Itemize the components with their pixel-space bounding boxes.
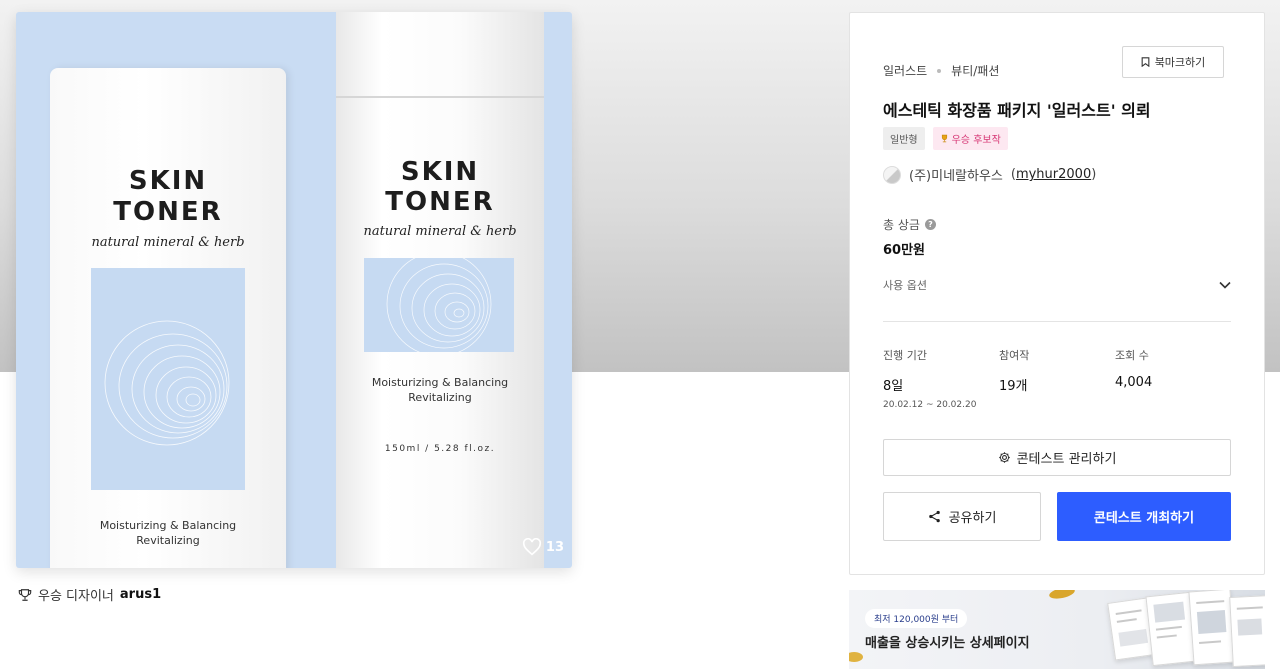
stat-entries: 참여작 19개 — [999, 347, 1029, 394]
award-badge-label: 우승 후보작 — [951, 135, 1001, 146]
breadcrumb-category[interactable]: 일러스트 — [883, 62, 927, 79]
stat-views: 조회 수 4,004 — [1115, 347, 1152, 390]
host-company: (주)미네랄하우스 — [909, 169, 1003, 184]
type-badge: 일반형 — [883, 127, 925, 150]
winner-name[interactable]: arus1 — [120, 587, 161, 602]
award-badge: 우승 후보작 — [932, 127, 1008, 150]
ad-price-pill: 최저 120,000원 부터 — [865, 609, 968, 628]
trophy-icon — [18, 588, 32, 601]
ad-page-thumbnail — [1229, 595, 1265, 667]
breadcrumb: 일러스트 뷰티/패션 — [883, 62, 999, 79]
coin-decoration — [849, 652, 863, 662]
prize-label-text: 총 상금 — [883, 218, 920, 232]
stat-period-label: 진행 기간 — [883, 349, 927, 362]
toner-box: SKIN TONER natural mineral & herb Moistu… — [50, 68, 286, 568]
bookmark-icon — [1141, 57, 1150, 67]
box-pattern-panel — [91, 268, 245, 490]
box-desc-line2: Revitalizing — [136, 534, 200, 547]
prize-label: 총 상금 ? — [883, 216, 936, 233]
box-desc-line1: Moisturizing & Balancing — [99, 519, 237, 532]
wave-pattern-icon — [386, 251, 492, 357]
bottle-desc-line2: Revitalizing — [408, 391, 472, 404]
bottle-brand-line2: TONER — [385, 187, 495, 217]
bottle-subtitle: natural mineral & herb — [363, 224, 517, 239]
wave-pattern-icon — [104, 320, 230, 446]
like-count: 13 — [545, 539, 564, 555]
avatar — [883, 165, 901, 184]
contest-info-card: 북마크하기 일러스트 뷰티/패션 에스테틱 화장품 패키지 '일러스트' 의뢰 … — [849, 12, 1265, 575]
stat-period-range: 20.02.12 ~ 20.02.20 — [883, 400, 977, 410]
coin-decoration — [1048, 590, 1076, 601]
host-user-link[interactable]: myhur2000 — [1016, 167, 1091, 182]
host-info: (주)미네랄하우스 (myhur2000) — [883, 165, 1096, 184]
breadcrumb-subcategory[interactable]: 뷰티/패션 — [951, 62, 999, 79]
bottle-cap-line — [336, 96, 544, 98]
stat-period-value: 8일 — [883, 379, 904, 394]
bottle-volume: 150ml / 5.28 fl.oz. — [384, 444, 496, 454]
gear-icon — [998, 452, 1010, 463]
breadcrumb-separator — [937, 68, 942, 73]
usage-option-toggle[interactable]: 사용 옵션 — [883, 277, 1231, 293]
share-icon — [928, 510, 940, 523]
winner-designer: 우승 디자이너 arus1 — [18, 585, 161, 604]
toner-bottle: SKIN TONER natural mineral & herb Moistu… — [336, 12, 544, 568]
stat-period: 진행 기간 8일 20.02.12 ~ 20.02.20 — [883, 347, 976, 410]
winner-label: 우승 디자이너 — [38, 589, 114, 604]
share-button[interactable]: 공유하기 — [883, 492, 1041, 541]
bottle-pattern-panel — [364, 251, 514, 357]
prize-value: 60만원 — [883, 243, 926, 258]
like-button[interactable]: 13 — [522, 538, 564, 556]
stat-views-value: 4,004 — [1115, 375, 1153, 390]
contest-tags: 일반형 우승 후보작 — [883, 127, 1008, 150]
bottle-desc-line1: Moisturizing & Balancing — [371, 376, 509, 389]
trophy-icon — [941, 134, 947, 143]
share-label: 공유하기 — [948, 511, 997, 526]
entry-image[interactable]: SKIN TONER natural mineral & herb Moistu… — [16, 12, 572, 568]
help-icon[interactable]: ? — [924, 219, 936, 230]
ad-headline: 매출을 상승시키는 상세페이지 — [865, 636, 1030, 651]
stat-views-label: 조회 수 — [1115, 349, 1149, 362]
divider — [883, 321, 1231, 322]
box-brand-line2: TONER — [113, 197, 223, 227]
ad-banner[interactable]: 최저 120,000원 부터 매출을 상승시키는 상세페이지 — [849, 590, 1265, 669]
stat-entries-label: 참여작 — [999, 349, 1030, 362]
manage-contest-label: 콘테스트 관리하기 — [1016, 452, 1117, 467]
manage-contest-button[interactable]: 콘테스트 관리하기 — [883, 439, 1231, 476]
bookmark-button[interactable]: 북마크하기 — [1122, 46, 1224, 78]
stat-entries-value: 19개 — [999, 379, 1028, 394]
host-contest-button[interactable]: 콘테스트 개최하기 — [1057, 492, 1231, 541]
bookmark-label: 북마크하기 — [1154, 56, 1206, 69]
usage-option-label: 사용 옵션 — [883, 279, 927, 292]
heart-icon — [522, 538, 541, 556]
contest-title: 에스테틱 화장품 패키지 '일러스트' 의뢰 — [883, 101, 1151, 120]
bottle-brand-line1: SKIN — [400, 157, 480, 187]
box-subtitle: natural mineral & herb — [91, 235, 245, 250]
box-brand-line1: SKIN — [128, 166, 208, 196]
chevron-down-icon — [1219, 281, 1231, 289]
